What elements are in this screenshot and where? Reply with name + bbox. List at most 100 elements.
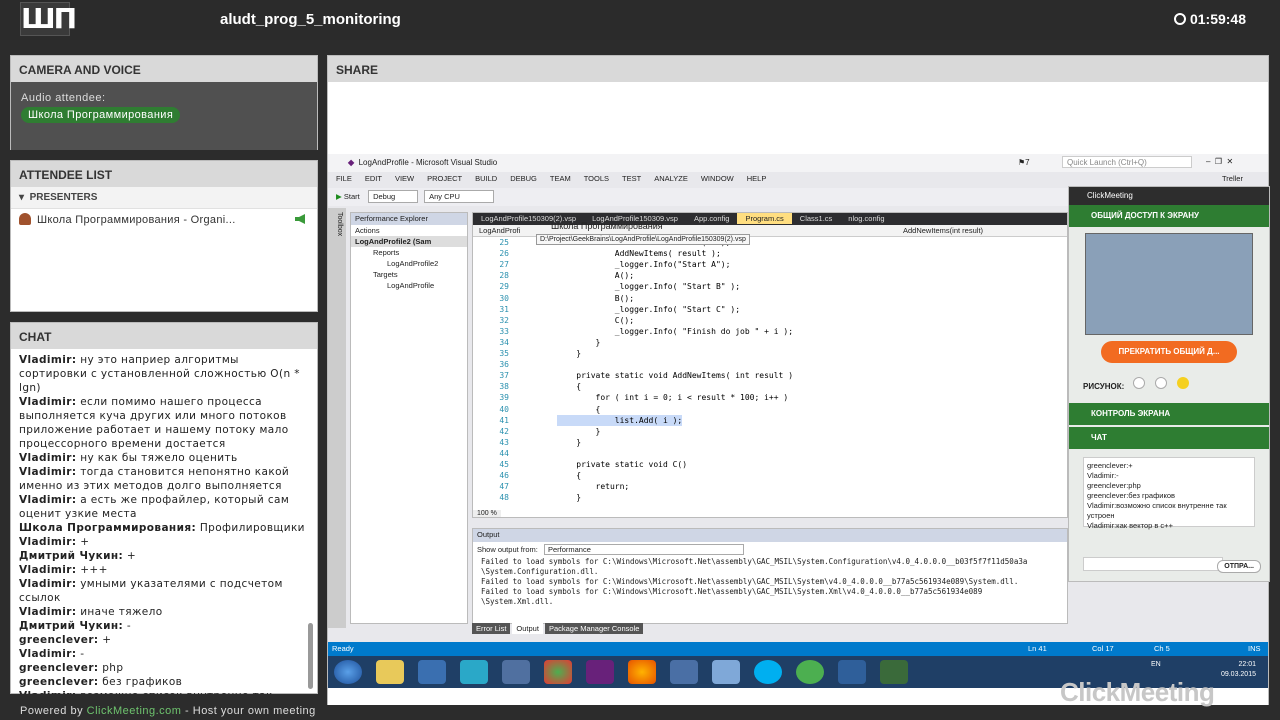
chat-scrollbar[interactable] [308,623,313,689]
speaker-icon[interactable] [295,214,305,224]
camera-area: Audio attendee: Школа Программирования [11,82,317,150]
quick-launch-input[interactable]: Quick Launch (Ctrl+Q) [1062,156,1192,168]
overlay-send-button[interactable]: ОТПРА... [1217,560,1261,573]
line-number: 33 [499,326,509,336]
tray-language[interactable]: EN [1151,661,1161,668]
nav-right-dropdown[interactable]: AddNewItems(int result) [903,226,983,235]
chat-message: Vladimir: + [19,535,309,549]
start-button[interactable]: Start [344,192,360,201]
drawing-label: РИСУНОК: [1083,382,1125,391]
pointer-icon[interactable] [1154,377,1167,389]
window-controls[interactable]: – ❐ ✕ [1206,157,1233,166]
actions-menu[interactable]: Actions [351,225,467,236]
editor-tab[interactable]: Class1.cs [792,213,841,224]
chat-author: greenclever: [19,634,99,646]
app-icon[interactable] [418,660,446,684]
firefox-icon[interactable] [628,660,656,684]
chat-messages[interactable]: Vladimir: ну это наприер алгоритмы сорти… [11,349,317,694]
menu-item[interactable]: TEAM [550,174,571,183]
app-icon[interactable] [460,660,488,684]
bottom-tab[interactable]: Error List [472,623,511,634]
line-number: 29 [499,282,509,292]
explorer-icon[interactable] [376,660,404,684]
chat-text: + [98,634,112,646]
share-title: SHARE [328,56,1268,82]
toolbox-tab[interactable]: Toolbox [328,208,346,628]
code-line: AddNewItems( result ); [557,249,721,259]
chat-section[interactable]: ЧАТ [1069,427,1269,449]
app-icon[interactable] [712,660,740,684]
output-source-select[interactable]: Performance [543,544,744,555]
platform-select[interactable]: Any CPU [424,190,495,203]
chat-text: + [76,536,90,548]
app-icon[interactable] [880,660,908,684]
color-picker-icon[interactable] [1176,377,1189,389]
bottom-tab[interactable]: Package Manager Console [544,623,644,634]
menu-item[interactable]: EDIT [365,174,382,183]
chat-message: greenclever: php [19,661,309,675]
chat-message: greenclever: + [19,633,309,647]
menu-item[interactable]: HELP [747,174,767,183]
perf-tree-root[interactable]: LogAndProfile2 (Sam [351,236,467,247]
line-number: 35 [499,349,509,358]
code-line: A(); [557,271,635,281]
tray-date: 09.03.2015 [1220,671,1256,678]
user-name[interactable]: Treller [1222,174,1243,183]
camera-panel: CAMERA AND VOICE Audio attendee: Школа П… [10,55,318,150]
overlay-chat-input[interactable] [1083,557,1223,571]
nav-left-dropdown[interactable]: LogAndProfi [479,226,520,235]
chat-message: Vladimir: тогда становится непонятно как… [19,465,309,493]
menu-item[interactable]: TOOLS [584,174,609,183]
line-number: 45 [499,460,509,469]
line-number: 46 [499,471,509,481]
screen-share-section[interactable]: ОБЩИЙ ДОСТУП К ЭКРАНУ [1069,205,1269,227]
skype-icon[interactable] [754,660,782,684]
screen-preview [1085,233,1253,335]
vs-notifications[interactable]: ⚑7 [1018,158,1030,167]
perf-tree-targets[interactable]: Targets [351,269,467,280]
menu-item[interactable]: ANALYZE [654,174,688,183]
editor-tab[interactable]: Program.cs [737,213,792,224]
chat-author: Дмитрий Чукин: [19,620,124,632]
chat-message: Vladimir: а есть же профайлер, который с… [19,493,309,521]
meeting-timer: 01:59:48 [1173,11,1246,27]
vs-logo-icon: ◆ [348,158,355,167]
zoom-level[interactable]: 100 % [473,510,501,517]
menu-item[interactable]: PROJECT [427,174,462,183]
start-menu-icon[interactable] [334,660,362,684]
clickmeeting-watermark: ClickMeeting [1060,677,1215,707]
menu-item[interactable]: FILE [336,174,352,183]
editor-tab[interactable]: App.config [686,213,737,224]
powershell-icon[interactable] [838,660,866,684]
chat-author: Vladimir: [19,606,77,618]
config-select[interactable]: Debug [368,190,419,203]
app-icon[interactable] [670,660,698,684]
start-icon[interactable]: ▶ [336,192,342,201]
pencil-icon[interactable] [1132,377,1145,389]
menu-item[interactable]: VIEW [395,174,414,183]
app-icon[interactable] [796,660,824,684]
menu-item[interactable]: WINDOW [701,174,734,183]
perf-tree-reports[interactable]: Reports [351,247,467,258]
visual-studio-icon[interactable] [586,660,614,684]
bottom-tab[interactable]: Output [512,623,543,634]
presenters-header[interactable]: ▾ PRESENTERS [11,187,317,209]
perf-tree-report-item[interactable]: LogAndProfile2 [351,258,467,269]
menu-item[interactable]: BUILD [475,174,497,183]
chrome-icon[interactable] [544,660,572,684]
menu-item[interactable]: TEST [622,174,641,183]
screen-control-section[interactable]: КОНТРОЛЬ ЭКРАНА [1069,403,1269,425]
code-area[interactable]: 25 var result = DoJob( i );26 AddNewItem… [473,237,1069,509]
editor-tab[interactable]: nlog.config [840,213,892,224]
code-editor[interactable]: LogAndProfile150309(2).vsp LogAndProfile1… [472,212,1068,518]
menu-item[interactable]: DEBUG [510,174,537,183]
line-number: 25 [499,238,509,247]
person-icon [19,213,31,225]
attendee-list-title: ATTENDEE LIST [11,161,317,187]
perf-tree-target-item[interactable]: LogAndProfile [351,280,467,291]
stop-sharing-button[interactable]: ПРЕКРАТИТЬ ОБЩИЙ Д... [1101,341,1237,363]
attendee-row[interactable]: Школа Программирования - Organi... [11,209,317,230]
clickmeeting-link[interactable]: ClickMeeting.com [87,705,182,717]
audio-attendee-label: Audio attendee: [21,92,106,104]
app-icon[interactable] [502,660,530,684]
